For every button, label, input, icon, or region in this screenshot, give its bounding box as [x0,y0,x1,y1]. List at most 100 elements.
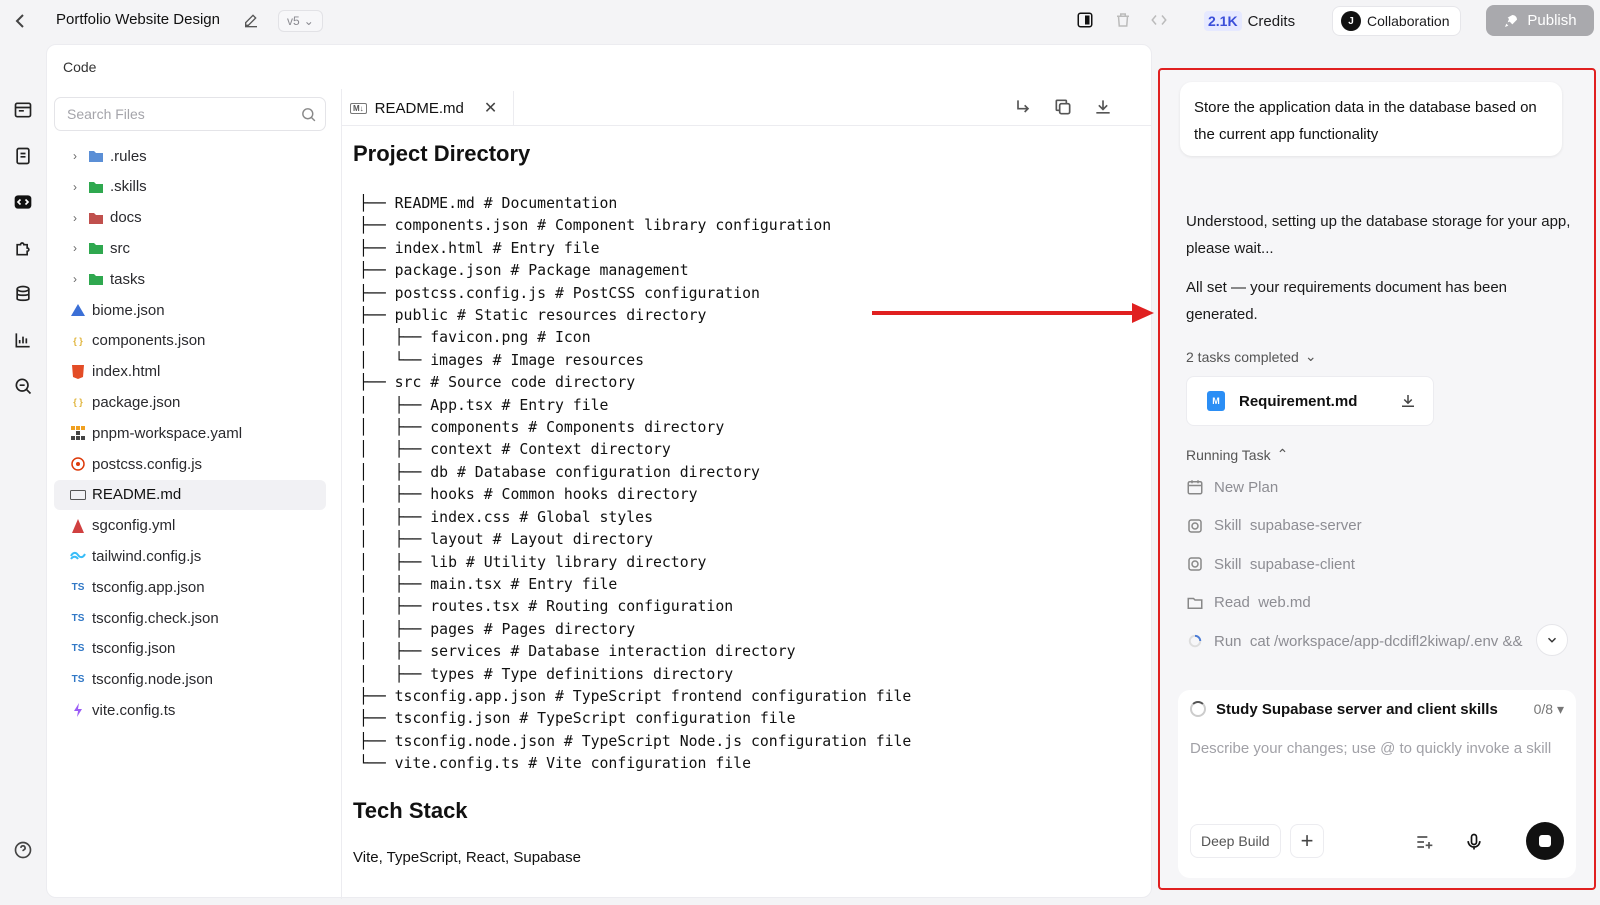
publish-button[interactable]: Publish [1486,5,1594,36]
chevron-down-icon: ⌄ [1304,348,1317,364]
composer-placeholder[interactable]: Describe your changes; use @ to quickly … [1190,740,1551,757]
folder-item[interactable]: › .rules [54,141,326,171]
pnpm-icon [70,425,86,441]
tasks-completed-toggle[interactable]: 2 tasks completed ⌄ [1186,348,1317,365]
tree-item-label: postcss.config.js [92,455,203,473]
running-task-toggle[interactable]: Running Task ⌃ [1186,446,1288,463]
tab-readme[interactable]: M↓ README.md ✕ [350,91,497,125]
panel-divider [341,89,342,899]
chevron-right-icon[interactable]: › [66,149,84,163]
file-item[interactable]: tailwind.config.js [54,541,326,571]
file-item[interactable]: README.md [54,479,326,510]
file-item[interactable]: biome.json [54,295,326,325]
add-attachment-button[interactable]: + [1290,824,1324,858]
code-icon[interactable] [13,192,33,212]
search-files-input[interactable]: Search Files [54,97,326,131]
file-item[interactable]: postcss.config.js [54,449,326,479]
folder-icon [88,240,104,256]
download-icon[interactable] [1093,97,1113,117]
trash-icon[interactable] [1114,11,1132,29]
chevron-up-icon: ⌃ [1276,446,1289,462]
study-task-header[interactable]: Study Supabase server and client skills … [1178,690,1576,728]
directory-line: ├── index.html # Entry file [359,239,600,257]
file-item[interactable]: sgconfig.yml [54,511,326,541]
sidebar-toggle-icon[interactable] [1076,11,1094,29]
task-step-label: Skill supabase-server [1214,517,1362,534]
file-item[interactable]: TS tsconfig.check.json [54,603,326,633]
file-item[interactable]: TS tsconfig.json [54,634,326,664]
file-item[interactable]: { } package.json [54,387,326,417]
file-item[interactable]: { } components.json [54,326,326,356]
html-icon [70,364,86,380]
task-step[interactable]: Skill supabase-client [1186,555,1546,573]
task-step[interactable]: Run cat /workspace/app-dcdifl2kiwap/.env… [1186,632,1546,650]
ts-icon: TS [71,612,85,624]
help-icon[interactable] [13,840,33,860]
directory-line: │ ├── routes.tsx # Routing configuration [359,598,734,616]
code-brackets-icon[interactable] [1150,11,1168,29]
tech-stack-text: Vite, TypeScript, React, Supabase [353,849,581,866]
directory-line: ├── package.json # Package management [359,262,689,280]
folder-item[interactable]: › .skills [54,172,326,202]
message-composer[interactable]: Describe your changes; use @ to quickly … [1178,728,1576,878]
biome-icon [70,302,86,318]
document-icon[interactable] [13,146,33,166]
search-chat-icon[interactable] [13,376,33,396]
download-icon[interactable] [1399,392,1417,410]
folder-item[interactable]: › tasks [54,264,326,294]
directory-line: ├── tsconfig.json # TypeScript configura… [359,710,796,728]
folder-item[interactable]: › src [54,233,326,263]
file-item[interactable]: index.html [54,357,326,387]
back-chevron-icon[interactable] [8,9,32,33]
tree-item-label: pnpm-workspace.yaml [92,424,243,442]
file-item[interactable]: pnpm-workspace.yaml [54,418,326,448]
directory-line: ├── src # Source code directory [359,374,636,392]
chevron-right-icon[interactable]: › [66,180,84,194]
tasks-completed-label: 2 tasks completed [1186,348,1299,365]
tab-separator [513,91,514,125]
prompt-enhance-icon[interactable] [1414,832,1434,852]
requirement-file-card[interactable]: M Requirement.md [1186,376,1434,426]
calendar-icon [1186,478,1204,496]
analytics-icon[interactable] [13,330,33,350]
deep-build-button[interactable]: Deep Build [1190,824,1281,858]
tree-item-label: .rules [110,147,147,165]
version-select[interactable]: v5 ⌄ [278,10,323,32]
chevron-right-icon[interactable]: › [66,211,84,225]
file-item[interactable]: vite.config.ts [54,695,326,725]
database-icon[interactable] [13,284,33,304]
directory-line: │ ├── pages # Pages directory [359,620,636,638]
folder-item[interactable]: › docs [54,203,326,233]
copy-icon[interactable] [1053,97,1073,117]
window-icon[interactable] [13,100,33,120]
study-count-value: 0/8 [1533,700,1554,717]
task-step-label: Run cat /workspace/app-dcdifl2kiwap/.env… [1214,632,1523,650]
collaboration-button[interactable]: J Collaboration [1332,6,1461,36]
open-external-icon[interactable] [1013,97,1033,117]
microphone-icon[interactable] [1464,832,1484,852]
code-workspace: Code Search Files › .rules › .skills › docs › s… [46,44,1152,899]
collaboration-label: Collaboration [1367,13,1450,29]
edit-pencil-icon[interactable] [243,12,259,28]
puzzle-icon[interactable] [13,238,33,258]
project-title[interactable]: Portfolio Website Design [56,11,220,28]
markdown-icon [70,487,86,503]
stop-button[interactable] [1526,822,1564,860]
credits-display[interactable]: 2.1K Credits [1204,10,1295,32]
scroll-down-button[interactable] [1536,624,1568,656]
close-icon[interactable]: ✕ [484,98,497,118]
tab-bar-border [342,125,1152,126]
task-step[interactable]: New Plan [1186,478,1546,496]
task-step[interactable]: Skill supabase-server [1186,517,1546,535]
task-step[interactable]: Read web.md [1186,594,1546,612]
chevron-right-icon[interactable]: › [66,241,84,255]
file-item[interactable]: TS tsconfig.node.json [54,665,326,695]
chevron-right-icon[interactable]: › [66,272,84,286]
json-icon: { } [73,335,83,346]
directory-line: │ ├── db # Database configuration direct… [359,463,760,481]
file-item[interactable]: TS tsconfig.app.json [54,572,326,602]
top-bar: Portfolio Website Design v5 ⌄ 2.1K Credit… [0,0,1600,42]
tree-item-label: sgconfig.yml [92,517,176,535]
search-placeholder: Search Files [67,106,145,122]
chat-panel: Store the application data in the databa… [1158,68,1596,890]
